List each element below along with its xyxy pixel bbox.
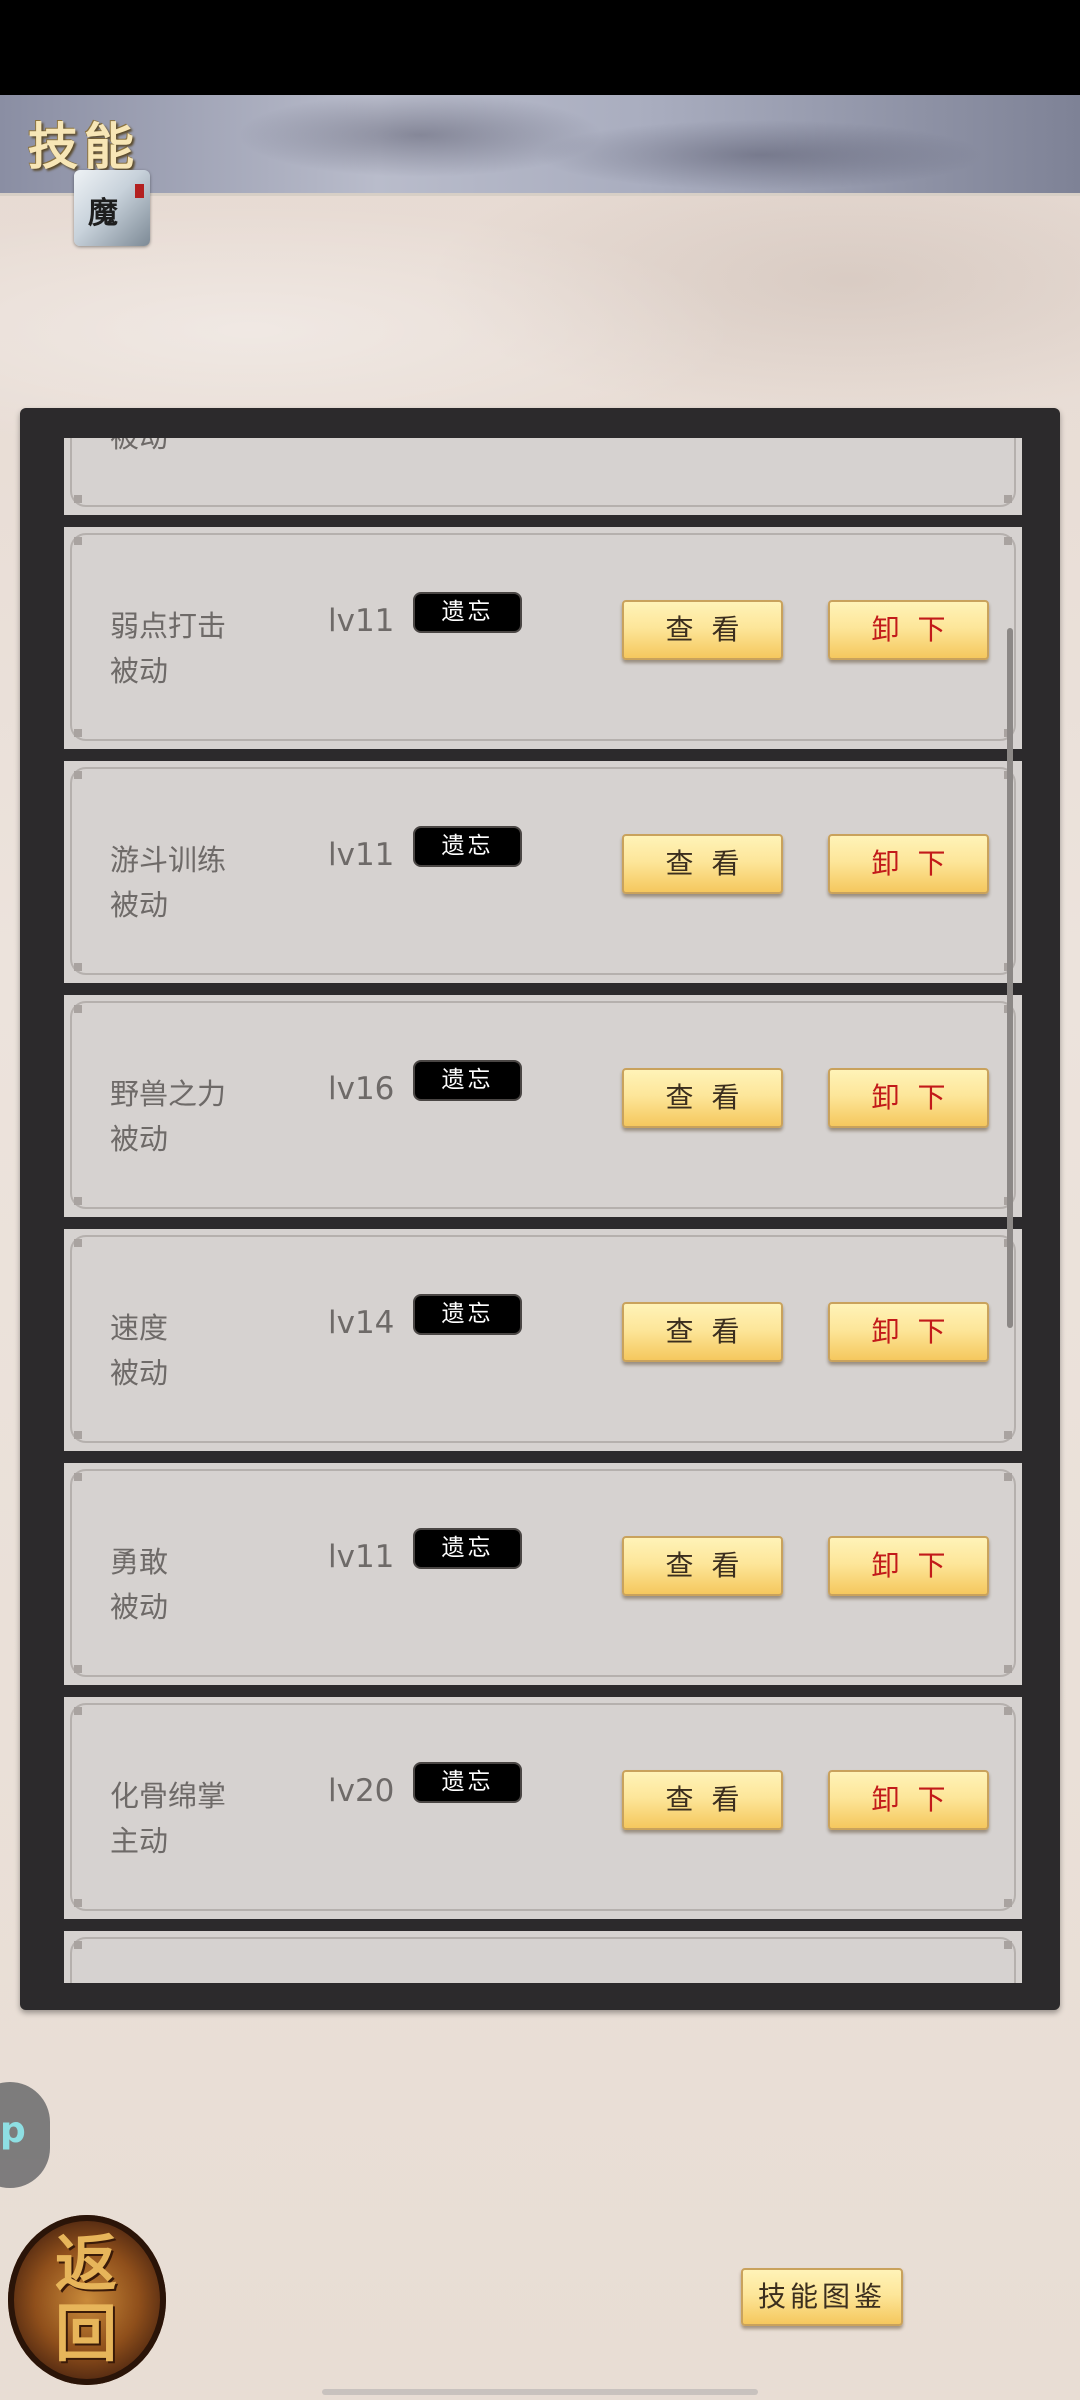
forget-button[interactable]: 遗忘 <box>413 1762 522 1803</box>
skill-card: 弱点打击被动 lv11 遗忘 查看 卸下 <box>64 527 1022 749</box>
skill-card: 被动遗忘查看卸下 <box>64 438 1022 515</box>
unequip-button[interactable]: 卸下 <box>828 600 989 660</box>
view-button[interactable]: 查看 <box>622 834 783 894</box>
status-bar <box>0 0 1080 95</box>
card-corner-ornament <box>1004 495 1012 503</box>
card-corner-ornament <box>74 1473 82 1481</box>
forget-button[interactable]: 遗忘 <box>413 1060 522 1101</box>
unequip-button[interactable]: 卸下 <box>828 1302 989 1362</box>
card-corner-ornament <box>74 495 82 503</box>
skill-name: 游斗训练 <box>110 843 227 877</box>
unequip-button[interactable]: 卸下 <box>828 1068 989 1128</box>
skill-card-frame <box>70 438 1016 507</box>
forget-button[interactable]: 遗忘 <box>413 1294 522 1335</box>
skill-level: lv11 <box>328 603 395 639</box>
skill-level: lv20 <box>328 1773 395 1809</box>
floating-app-button-label: p <box>0 2110 26 2151</box>
home-indicator[interactable] <box>322 2389 758 2395</box>
skill-type: 被动 <box>110 1356 169 1390</box>
view-button[interactable]: 查看 <box>622 1770 783 1830</box>
card-corner-ornament <box>1004 1941 1012 1949</box>
skill-card: 勇敢被动 lv11 遗忘 查看 卸下 <box>64 1463 1022 1685</box>
card-corner-ornament <box>74 729 82 737</box>
skill-list-scrollbar[interactable] <box>1007 628 1013 1328</box>
forget-button[interactable]: 遗忘 <box>413 592 522 633</box>
skill-type: 被动 <box>110 654 169 688</box>
skill-list[interactable]: 被动遗忘查看卸下弱点打击被动lv11遗忘查看卸下游斗训练被动lv11遗忘查看卸下… <box>64 438 1022 1983</box>
skill-type: 被动 <box>110 1590 169 1624</box>
skill-card: 野兽之力被动 lv16 遗忘 查看 卸下 <box>64 995 1022 1217</box>
skill-card <box>64 1931 1022 1983</box>
back-button-label: 返回 <box>54 2227 117 2370</box>
unequip-button[interactable]: 卸下 <box>828 834 989 894</box>
game-logo-icon: 魔 <box>74 170 150 246</box>
skill-level: lv14 <box>328 1305 395 1341</box>
card-corner-ornament <box>1004 1665 1012 1673</box>
skill-type: 被动 <box>110 888 169 922</box>
title-bar: 技能 <box>0 95 1080 196</box>
view-button[interactable]: 查看 <box>622 1536 783 1596</box>
view-button[interactable]: 查看 <box>622 600 783 660</box>
forget-button[interactable]: 遗忘 <box>413 826 522 867</box>
forget-button[interactable]: 遗忘 <box>413 1528 522 1569</box>
skill-level: lv16 <box>328 1071 395 1107</box>
card-corner-ornament <box>74 1431 82 1439</box>
skill-card-frame <box>70 1937 1016 1983</box>
card-corner-ornament <box>1004 537 1012 545</box>
skill-name: 弱点打击 <box>110 609 227 643</box>
card-corner-ornament <box>74 1665 82 1673</box>
view-button[interactable]: 查看 <box>622 1068 783 1128</box>
skill-type: 主动 <box>110 1824 169 1858</box>
view-button[interactable]: 查看 <box>622 1302 783 1362</box>
card-corner-ornament <box>74 1707 82 1715</box>
skill-name: 速度 <box>110 1311 169 1345</box>
back-button[interactable]: 返回 <box>8 2215 166 2385</box>
skill-name: 勇敢 <box>110 1545 169 1579</box>
skill-card: 速度被动 lv14 遗忘 查看 卸下 <box>64 1229 1022 1451</box>
card-corner-ornament <box>1004 1431 1012 1439</box>
skill-codex-button[interactable]: 技能图鉴 <box>741 2268 903 2326</box>
card-corner-ornament <box>1004 1473 1012 1481</box>
card-corner-ornament <box>74 1005 82 1013</box>
skill-card: 化骨绵掌主动 lv20 遗忘 查看 卸下 <box>64 1697 1022 1919</box>
card-corner-ornament <box>74 1941 82 1949</box>
card-corner-ornament <box>74 1197 82 1205</box>
skill-type: 被动 <box>110 438 168 456</box>
unequip-button[interactable]: 卸下 <box>828 1536 989 1596</box>
card-corner-ornament <box>74 1239 82 1247</box>
page-title: 技能 <box>28 117 140 176</box>
skill-name: 化骨绵掌 <box>110 1779 227 1813</box>
skill-card: 游斗训练被动 lv11 遗忘 查看 卸下 <box>64 761 1022 983</box>
card-corner-ornament <box>74 963 82 971</box>
floating-app-button[interactable]: p <box>0 2082 50 2188</box>
card-corner-ornament <box>74 1899 82 1907</box>
card-corner-ornament <box>74 537 82 545</box>
card-corner-ornament <box>1004 1707 1012 1715</box>
card-corner-ornament <box>74 771 82 779</box>
unequip-button[interactable]: 卸下 <box>828 1770 989 1830</box>
skill-level: lv11 <box>328 1539 395 1575</box>
skill-name: 野兽之力 <box>110 1077 227 1111</box>
skill-level: lv11 <box>328 837 395 873</box>
skill-type: 被动 <box>110 1122 169 1156</box>
card-corner-ornament <box>1004 1899 1012 1907</box>
skill-list-panel: 被动遗忘查看卸下弱点打击被动lv11遗忘查看卸下游斗训练被动lv11遗忘查看卸下… <box>20 408 1060 2010</box>
